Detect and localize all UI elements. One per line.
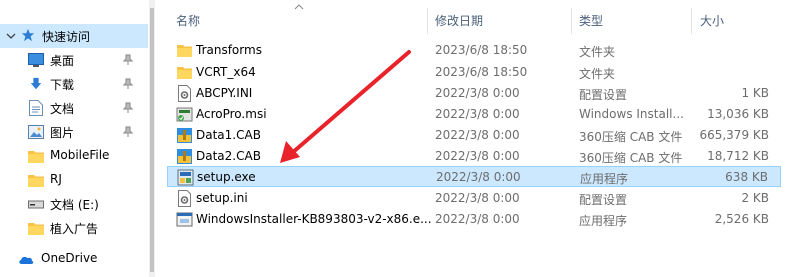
nav-item-desktop[interactable]: 桌面 xyxy=(0,48,148,72)
nav-item-rj[interactable]: RJ xyxy=(0,168,148,192)
drive-icon xyxy=(28,200,44,209)
file-name: setup.exe xyxy=(197,170,256,184)
file-date: 2022/3/8 0:00 xyxy=(435,149,520,163)
file-name: VCRT_x64 xyxy=(196,65,256,79)
file-row[interactable]: Transforms 2023/6/8 18:50 文件夹 xyxy=(167,40,781,61)
column-divider[interactable] xyxy=(691,8,692,34)
column-divider[interactable] xyxy=(427,8,428,34)
ini-file-icon xyxy=(178,85,191,102)
file-date: 2022/3/8 0:00 xyxy=(435,191,520,205)
file-name: Data2.CAB xyxy=(196,149,261,163)
nav-item-drive-e[interactable]: 文档 (E:) xyxy=(0,192,148,216)
nav-label: 图片 xyxy=(50,126,75,140)
file-date: 2022/3/8 0:00 xyxy=(436,170,521,184)
file-type: Windows Install... xyxy=(579,107,684,121)
ini-file-icon xyxy=(178,190,191,207)
nav-item-mobilefile[interactable]: MobileFile xyxy=(0,144,148,168)
pin-icon[interactable] xyxy=(123,126,133,138)
folder-icon xyxy=(177,67,192,79)
file-size: 18,712 KB xyxy=(707,149,769,163)
nav-label: 植入广告 xyxy=(50,222,99,236)
file-row[interactable]: AcroPro.msi 2022/3/8 0:00 Windows Instal… xyxy=(167,104,781,125)
file-row[interactable]: WindowsInstaller-KB893803-v2-x86.e... 20… xyxy=(167,209,781,230)
file-type: 360压缩 CAB 文件 xyxy=(579,151,683,165)
nav-label: 桌面 xyxy=(50,54,75,68)
msi-installer-icon xyxy=(176,107,193,122)
file-date: 2023/6/8 18:50 xyxy=(435,65,528,79)
file-date: 2022/3/8 0:00 xyxy=(435,86,520,100)
pin-icon[interactable] xyxy=(123,102,133,114)
file-type: 360压缩 CAB 文件 xyxy=(579,130,683,144)
file-date: 2023/6/8 18:50 xyxy=(435,43,528,57)
nav-item-onedrive[interactable]: OneDrive xyxy=(0,247,148,271)
column-type[interactable]: 类型 xyxy=(579,12,603,29)
nav-label: 下载 xyxy=(50,78,75,92)
setup-exe-icon xyxy=(177,169,194,186)
installer-exe-icon xyxy=(176,212,193,227)
file-type: 文件夹 xyxy=(579,67,616,81)
file-row[interactable]: ABCPY.INI 2022/3/8 0:00 配置设置 1 KB xyxy=(167,83,781,104)
pin-icon[interactable] xyxy=(123,78,133,90)
file-type: 配置设置 xyxy=(579,193,628,207)
desktop-icon xyxy=(28,53,44,67)
column-date[interactable]: 修改日期 xyxy=(435,12,483,29)
column-size[interactable]: 大小 xyxy=(700,12,724,29)
file-type: 配置设置 xyxy=(579,88,628,102)
file-size: 638 KB xyxy=(725,170,768,184)
folder-icon xyxy=(177,45,192,57)
folder-icon xyxy=(28,175,44,187)
download-arrow-icon xyxy=(30,77,42,90)
file-type: 应用程序 xyxy=(580,172,629,186)
nav-label: 文档 (E:) xyxy=(50,198,99,212)
file-list: 名称 修改日期 类型 大小 Transforms 2023/6/8 18:50 … xyxy=(155,0,786,277)
sort-ascending-icon xyxy=(294,4,304,10)
scrollbar-thumb[interactable] xyxy=(150,8,154,272)
file-type: 应用程序 xyxy=(579,214,628,228)
picture-icon xyxy=(28,125,44,139)
file-row[interactable]: Data2.CAB 2022/3/8 0:00 360压缩 CAB 文件 18,… xyxy=(167,146,781,167)
folder-icon xyxy=(28,151,44,163)
column-divider[interactable] xyxy=(571,8,572,34)
nav-label: 快速访问 xyxy=(42,30,91,44)
file-name: ABCPY.INI xyxy=(196,86,253,100)
nav-item-quick-access[interactable]: 快速访问 xyxy=(0,24,148,48)
file-row[interactable]: setup.ini 2022/3/8 0:00 配置设置 2 KB xyxy=(167,188,781,209)
file-row[interactable]: Data1.CAB 2022/3/8 0:00 360压缩 CAB 文件 665… xyxy=(167,125,781,146)
cab-archive-icon xyxy=(177,128,192,143)
file-name: Transforms xyxy=(196,43,262,57)
nav-item-ad-folder[interactable]: 植入广告 xyxy=(0,216,148,240)
nav-item-documents[interactable]: 文档 xyxy=(0,96,148,120)
nav-item-downloads[interactable]: 下载 xyxy=(0,72,148,96)
file-row[interactable]: VCRT_x64 2023/6/8 18:50 文件夹 xyxy=(167,62,781,83)
nav-label: OneDrive xyxy=(41,251,98,265)
column-header: 名称 修改日期 类型 大小 xyxy=(155,0,786,38)
file-size: 665,379 KB xyxy=(699,128,769,142)
file-size: 2 KB xyxy=(741,191,769,205)
nav-label: RJ xyxy=(50,172,62,186)
nav-label: 文档 xyxy=(50,102,75,116)
file-type: 文件夹 xyxy=(579,45,616,59)
nav-item-pictures[interactable]: 图片 xyxy=(0,120,148,144)
navigation-pane: 快速访问 桌面 下载 文档 图片 MobileFile RJ 文档 (E:) 植… xyxy=(0,0,148,277)
cab-archive-icon xyxy=(177,149,192,164)
nav-label: MobileFile xyxy=(50,148,110,162)
file-name: Data1.CAB xyxy=(196,128,261,142)
file-size: 1 KB xyxy=(741,86,769,100)
column-name[interactable]: 名称 xyxy=(176,12,200,29)
file-date: 2022/3/8 0:00 xyxy=(435,128,520,142)
chevron-down-icon[interactable] xyxy=(6,31,16,41)
file-date: 2022/3/8 0:00 xyxy=(435,107,520,121)
file-name: WindowsInstaller-KB893803-v2-x86.e... xyxy=(196,212,432,226)
folder-icon xyxy=(28,223,44,235)
file-row-selected[interactable]: setup.exe 2022/3/8 0:00 应用程序 638 KB xyxy=(167,166,781,187)
file-size: 2,526 KB xyxy=(714,212,769,226)
file-name: setup.ini xyxy=(196,191,248,205)
file-name: AcroPro.msi xyxy=(196,107,267,121)
pin-icon[interactable] xyxy=(123,54,133,66)
star-icon xyxy=(21,28,35,42)
document-icon xyxy=(29,100,43,116)
cloud-icon xyxy=(19,256,34,264)
file-date: 2022/3/8 0:00 xyxy=(435,212,520,226)
file-size: 13,036 KB xyxy=(707,107,769,121)
